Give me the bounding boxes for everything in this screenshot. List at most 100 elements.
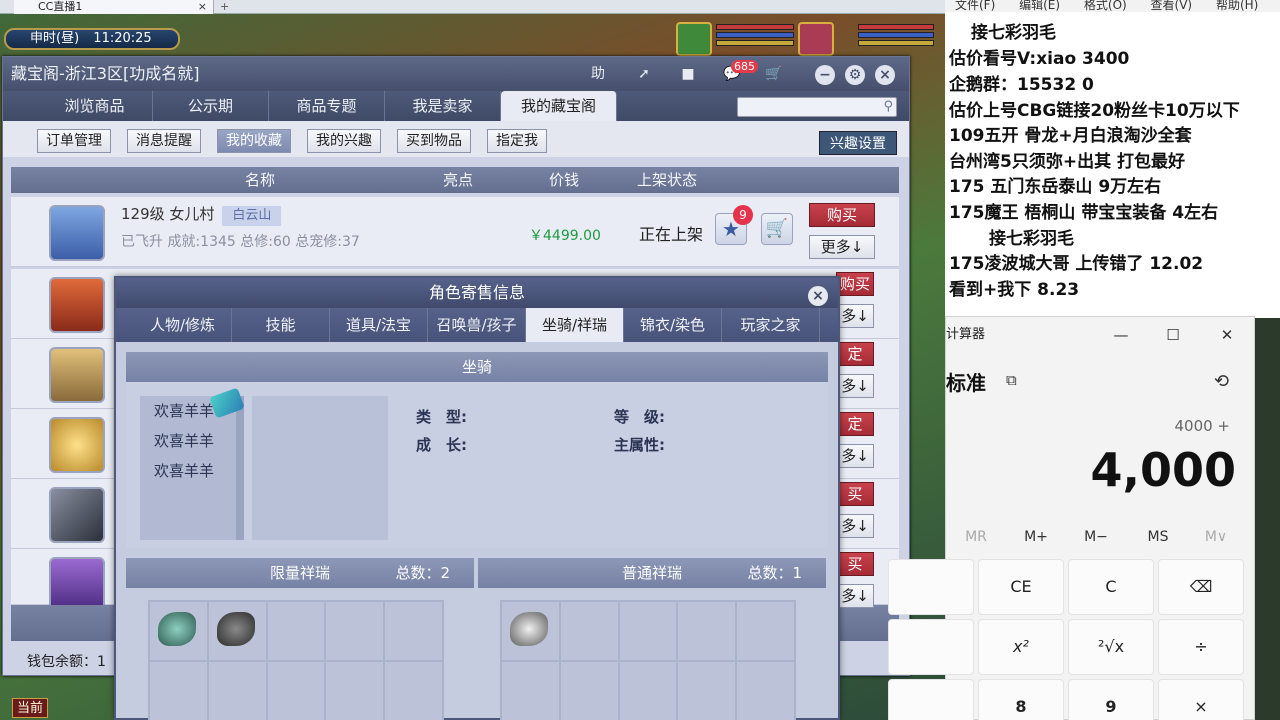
character-avatar[interactable] xyxy=(49,277,105,333)
grid-cell[interactable] xyxy=(150,662,207,720)
keep-on-top-icon[interactable]: ⧉ xyxy=(1006,371,1017,389)
tab-interests[interactable]: 我的兴趣 xyxy=(307,129,381,153)
tab-seller[interactable]: 我是卖家 xyxy=(385,91,501,121)
grid-cell[interactable] xyxy=(619,602,677,660)
grid-cell[interactable] xyxy=(267,602,325,660)
grid-cell[interactable] xyxy=(502,602,559,660)
tab-messages[interactable]: 消息提醒 xyxy=(127,129,201,153)
window-title-bar[interactable]: 藏宝阁-浙江3区[功成名就] 助 ➚ ■ 💬 685 🛒 − ⚙ × xyxy=(3,57,909,91)
minimize-icon[interactable]: — xyxy=(1098,317,1144,353)
notepad-text-area[interactable]: 接七彩羽毛 估价看号V:xiao 3400 企鹅群：15532 0 估价上号CB… xyxy=(945,12,1280,318)
more-button[interactable]: 多↓ xyxy=(836,304,874,328)
confirm-button[interactable]: 定 xyxy=(836,412,874,436)
list-item[interactable]: 欢喜羊羊 xyxy=(140,426,236,456)
grid-cell[interactable] xyxy=(326,662,384,720)
menu-file[interactable]: 文件(F) xyxy=(955,0,995,12)
add-to-cart-icon[interactable]: 🛒 xyxy=(761,213,793,245)
tab-skills[interactable]: 技能 xyxy=(232,308,330,342)
grid-cell[interactable] xyxy=(326,602,384,660)
minimize-icon[interactable]: − xyxy=(815,65,835,85)
memory-add-button[interactable]: M+ xyxy=(1006,529,1066,545)
square-button[interactable]: x² xyxy=(978,619,1064,675)
divide-button[interactable]: ÷ xyxy=(1158,619,1244,675)
pet-avatar-icon[interactable] xyxy=(676,22,712,56)
grid-cell[interactable] xyxy=(560,602,618,660)
help-button[interactable]: 助 xyxy=(585,63,611,85)
character-avatar[interactable] xyxy=(49,347,105,403)
menu-format[interactable]: 格式(O) xyxy=(1084,0,1127,12)
memory-subtract-button[interactable]: M− xyxy=(1066,529,1126,545)
player-avatar-icon[interactable] xyxy=(798,22,834,56)
close-window-icon[interactable]: × xyxy=(875,65,895,85)
reciprocal-button[interactable] xyxy=(888,619,974,675)
more-button[interactable]: 更多↓ xyxy=(809,235,875,259)
table-row[interactable]: 129级 女儿村 白云山 已飞升 成就:1345 总修:60 总宠修:37 ￥44… xyxy=(11,197,899,267)
tab-favorites[interactable]: 我的收藏 xyxy=(217,129,291,153)
percent-button[interactable] xyxy=(888,559,974,615)
browser-tab[interactable]: CC直播1 × xyxy=(14,0,214,14)
clear-button[interactable]: C xyxy=(1068,559,1154,615)
history-icon[interactable]: ⟲ xyxy=(1214,371,1229,392)
tab-mounts[interactable]: 坐骑/祥瑞 xyxy=(526,308,624,342)
item-thumbnail[interactable] xyxy=(49,417,105,473)
auspicious-item-icon[interactable] xyxy=(216,612,255,646)
search-input[interactable]: ⚲ xyxy=(737,97,897,117)
cart-icon[interactable]: 🛒 xyxy=(761,63,787,85)
confirm-button[interactable]: 定 xyxy=(836,342,874,366)
memory-list-button[interactable]: M∨ xyxy=(1186,529,1246,545)
backspace-button[interactable]: ⌫ xyxy=(1158,559,1244,615)
tab-public[interactable]: 公示期 xyxy=(153,91,269,121)
channel-current-button[interactable]: 当前 xyxy=(12,698,49,718)
tab-items[interactable]: 道具/法宝 xyxy=(330,308,428,342)
digit-9-button[interactable]: 9 xyxy=(1068,679,1154,720)
grid-cell[interactable] xyxy=(208,662,266,720)
new-tab-icon[interactable]: + xyxy=(220,0,229,13)
auspicious-item-icon[interactable] xyxy=(510,612,548,646)
memory-recall-button[interactable]: MR xyxy=(946,529,1006,545)
buy-button[interactable]: 购买 xyxy=(809,203,875,227)
more-button[interactable]: 多↓ xyxy=(836,374,874,398)
multiply-button[interactable]: × xyxy=(1158,679,1244,720)
tab-pets[interactable]: 召唤兽/孩子 xyxy=(428,308,526,342)
memory-store-button[interactable]: MS xyxy=(1128,529,1188,545)
grid-cell[interactable] xyxy=(737,662,794,720)
tab-purchased[interactable]: 买到物品 xyxy=(397,129,471,153)
calculator-title-bar[interactable]: 计算器 — ☐ ✕ xyxy=(946,317,1254,353)
tab-home[interactable]: 玩家之家 xyxy=(722,308,820,342)
digit-7-button[interactable] xyxy=(888,679,974,720)
sqrt-button[interactable]: ²√x xyxy=(1068,619,1154,675)
close-dialog-icon[interactable]: × xyxy=(808,286,828,306)
menu-help[interactable]: 帮助(H) xyxy=(1216,0,1258,12)
grid-cell[interactable] xyxy=(560,662,618,720)
maximize-icon[interactable]: ☐ xyxy=(1150,317,1196,353)
more-button[interactable]: 多↓ xyxy=(836,444,874,468)
share-icon[interactable]: ➚ xyxy=(631,63,657,85)
tab-my-pavilion[interactable]: 我的藏宝阁 xyxy=(501,91,617,121)
character-avatar[interactable] xyxy=(49,205,105,261)
more-button[interactable]: 多↓ xyxy=(836,584,874,608)
grid-cell[interactable] xyxy=(150,602,207,660)
menu-edit[interactable]: 编辑(E) xyxy=(1019,0,1060,12)
more-button[interactable]: 多↓ xyxy=(836,514,874,538)
tab-character[interactable]: 人物/修炼 xyxy=(134,308,232,342)
tab-topics[interactable]: 商品专题 xyxy=(269,91,385,121)
tab-outfits[interactable]: 锦衣/染色 xyxy=(624,308,722,342)
grid-cell[interactable] xyxy=(678,602,736,660)
tab-designated[interactable]: 指定我 xyxy=(487,129,547,153)
interest-settings-button[interactable]: 兴趣设置 xyxy=(819,131,897,155)
clear-entry-button[interactable]: CE xyxy=(978,559,1064,615)
grid-cell[interactable] xyxy=(267,662,325,720)
grid-cell[interactable] xyxy=(619,662,677,720)
auspicious-item-icon[interactable] xyxy=(158,612,196,646)
digit-8-button[interactable]: 8 xyxy=(978,679,1064,720)
settings-gear-icon[interactable]: ⚙ xyxy=(845,65,865,85)
tab-orders[interactable]: 订单管理 xyxy=(37,129,111,153)
buy-button[interactable]: 买 xyxy=(836,552,874,576)
menu-view[interactable]: 查看(V) xyxy=(1151,0,1193,12)
grid-cell[interactable] xyxy=(385,662,442,720)
message-icon[interactable]: 💬 685 xyxy=(719,60,758,85)
grid-cell[interactable] xyxy=(678,662,736,720)
close-tab-icon[interactable]: × xyxy=(198,0,207,13)
tab-browse[interactable]: 浏览商品 xyxy=(37,91,153,121)
weapon-thumbnail[interactable] xyxy=(49,487,105,543)
